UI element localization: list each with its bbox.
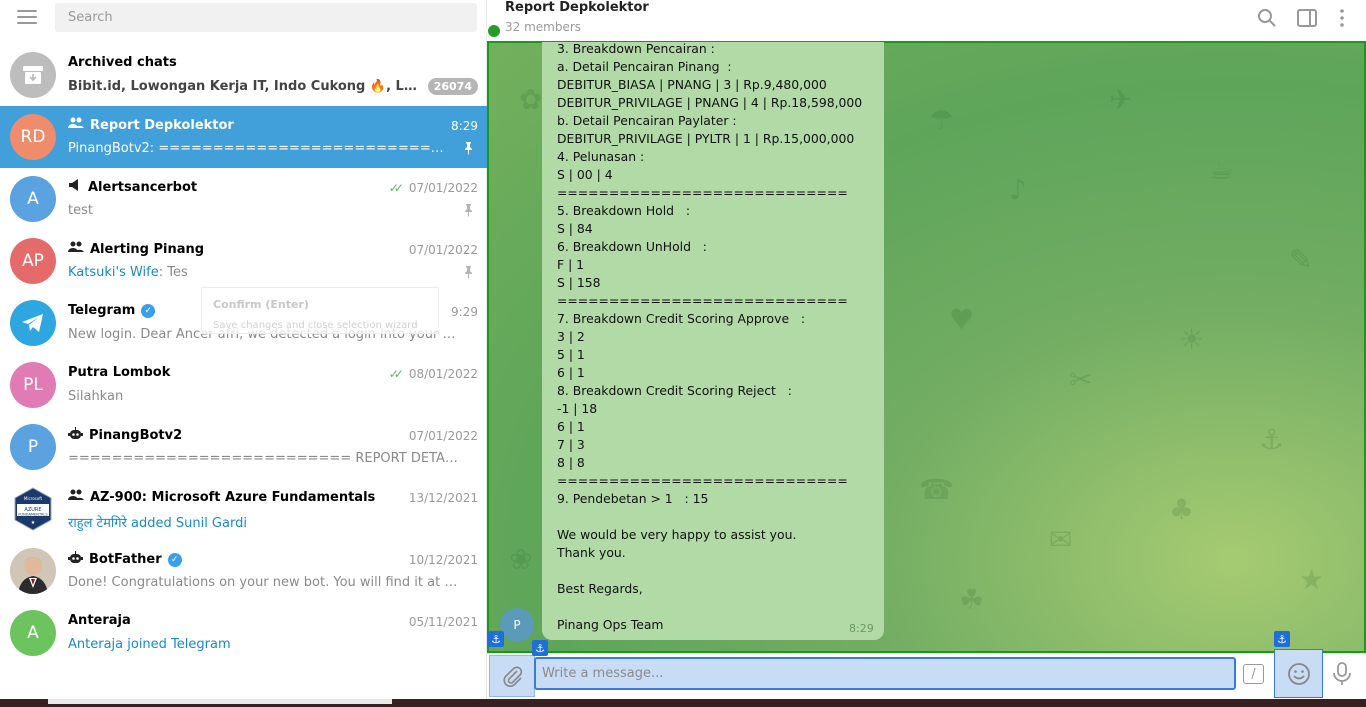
- chat-title: Alerting Pinang: [68, 241, 204, 257]
- group-icon: [68, 489, 84, 505]
- avatar: P: [10, 424, 56, 470]
- chat-preview: राहुल टेमगिरे added Sunil Gardi: [68, 516, 247, 531]
- group-icon: [68, 117, 84, 133]
- unread-badge: 26074: [427, 78, 478, 95]
- chat-preview: PinangBotv2: ========================== …: [68, 141, 448, 156]
- channel-icon: [68, 179, 82, 195]
- chat-title: Report Depkolektor: [68, 117, 234, 133]
- pin-icon: [465, 142, 472, 155]
- verified-icon: ✓: [167, 552, 182, 567]
- archive-icon: [10, 52, 56, 98]
- avatar: RD: [10, 114, 56, 160]
- chat-item-alertsancerbot[interactable]: A Alertsancerbot ✓✓ 07/01/2022 test: [0, 168, 487, 230]
- chat-date: 05/11/2021: [408, 615, 478, 629]
- tooltip-text: Save changes and close selection wizard: [213, 320, 418, 331]
- confirm-tooltip: Confirm (Enter) Save changes and close s…: [201, 287, 439, 334]
- chat-title: Putra Lombok: [68, 365, 171, 380]
- chat-title: Anteraja: [68, 613, 131, 628]
- avatar: PL: [10, 362, 56, 408]
- chat-item-archived[interactable]: Archived chats Bibit.id, Lowongan Kerja …: [0, 44, 487, 106]
- botfather-avatar: [10, 548, 56, 594]
- avatar: A: [10, 610, 56, 656]
- chat-date: 10/12/2021: [408, 553, 478, 567]
- chat-preview: Silahkan: [68, 389, 124, 404]
- avatar: AP: [10, 238, 56, 284]
- chat-date: 9:29: [451, 305, 478, 319]
- chat-title: Telegram ✓: [68, 303, 156, 318]
- anchor-icon[interactable]: ⚓: [488, 631, 504, 647]
- chat-preview: test: [68, 203, 93, 218]
- bot-icon: [68, 427, 83, 444]
- chat-item-botfather[interactable]: BotFather ✓ 10/12/2021 Done! Congratulat…: [0, 540, 487, 602]
- chat-preview: Done! Congratulations on your new bot. Y…: [68, 575, 458, 590]
- double-check-icon: ✓✓: [388, 367, 404, 381]
- avatar: A: [10, 176, 56, 222]
- double-check-icon: ✓✓: [388, 181, 404, 195]
- chat-header-title[interactable]: Report Depkolektor: [505, 0, 649, 15]
- chat-preview: ========================== REPORT DETAIL…: [68, 451, 458, 466]
- bot-icon: [68, 551, 83, 568]
- pin-icon: [465, 204, 472, 217]
- tooltip-title: Confirm (Enter): [213, 298, 309, 311]
- attach-button[interactable]: [489, 655, 535, 697]
- smile-icon: [1287, 662, 1310, 685]
- chat-title: AZ-900: Microsoft Azure Fundamentals: [68, 489, 375, 505]
- chat-title: Archived chats: [68, 55, 177, 70]
- selection-marker-icon: [486, 23, 502, 39]
- chat-preview: Katsuki's Wife: Tes: [68, 265, 188, 280]
- chat-title: BotFather ✓: [68, 551, 182, 568]
- menu-icon[interactable]: [17, 10, 37, 26]
- pin-icon: [465, 266, 472, 279]
- sender-avatar[interactable]: P: [500, 608, 534, 642]
- svg-text:★: ★: [31, 520, 36, 526]
- verified-icon: ✓: [141, 303, 156, 318]
- member-count: 32 members: [505, 20, 582, 34]
- chat-item-report-depkolektor[interactable]: RD Report Depkolektor 8:29 PinangBotv2: …: [0, 106, 487, 168]
- microphone-icon[interactable]: [1332, 662, 1352, 686]
- emoji-button[interactable]: [1274, 649, 1323, 698]
- paperclip-icon: [503, 666, 523, 687]
- anchor-icon[interactable]: ⚓: [532, 640, 548, 656]
- anchor-icon[interactable]: ⚓: [1274, 631, 1290, 647]
- more-options-icon[interactable]: [1332, 8, 1352, 28]
- message-text: 3. Breakdown Pencairan : a. Detail Penca…: [557, 41, 863, 632]
- chat-preview: Bibit.id, Lowongan Kerja IT, Indo Cukong…: [68, 79, 423, 94]
- chat-item-anteraja[interactable]: A Anteraja 05/11/2021 Anteraja joined Te…: [0, 602, 487, 664]
- chat-item-pinangbotv2[interactable]: P PinangBotv2 07/01/2022 ===============…: [0, 416, 487, 478]
- chat-date: ✓✓ 07/01/2022: [388, 181, 478, 195]
- search-icon[interactable]: [1257, 8, 1277, 28]
- svg-text:Microsoft: Microsoft: [24, 496, 43, 501]
- taskbar: [0, 699, 1366, 707]
- chat-date: 8:29: [451, 119, 478, 133]
- chat-item-alerting-pinang[interactable]: AP Alerting Pinang 07/01/2022 Katsuki's …: [0, 230, 487, 292]
- chat-item-putra-lombok[interactable]: PL Putra Lombok ✓✓ 08/01/2022 Silahkan: [0, 354, 487, 416]
- message-time: 8:29: [849, 622, 874, 635]
- chat-list: Archived chats Bibit.id, Lowongan Kerja …: [0, 44, 487, 664]
- group-icon: [68, 241, 84, 257]
- chat-date: 13/12/2021: [408, 491, 478, 505]
- sidebar-toggle-icon[interactable]: [1297, 8, 1317, 28]
- chat-title: PinangBotv2: [68, 427, 182, 444]
- chat-date: 07/01/2022: [408, 243, 478, 257]
- sidebar-top-bar: [0, 0, 487, 38]
- chat-title: Alertsancerbot: [68, 179, 197, 195]
- chat-date: 07/01/2022: [408, 429, 478, 443]
- azure-badge-avatar: AZURE FUNDAMENTALS Microsoft ★: [10, 486, 56, 532]
- bot-commands-button[interactable]: /: [1243, 664, 1264, 684]
- message-input[interactable]: [534, 657, 1236, 690]
- chat-header: Report Depkolektor 32 members: [487, 0, 1366, 40]
- chat-item-az900[interactable]: AZURE FUNDAMENTALS Microsoft ★ AZ-900: Micr…: [0, 478, 487, 540]
- chat-date: ✓✓ 08/01/2022: [388, 367, 478, 381]
- chat-preview: Anteraja joined Telegram: [68, 637, 231, 652]
- sidebar: Archived chats Bibit.id, Lowongan Kerja …: [0, 0, 487, 707]
- search-input[interactable]: [55, 3, 477, 32]
- svg-text:FUNDAMENTALS: FUNDAMENTALS: [18, 513, 48, 517]
- telegram-logo-icon: [10, 300, 56, 346]
